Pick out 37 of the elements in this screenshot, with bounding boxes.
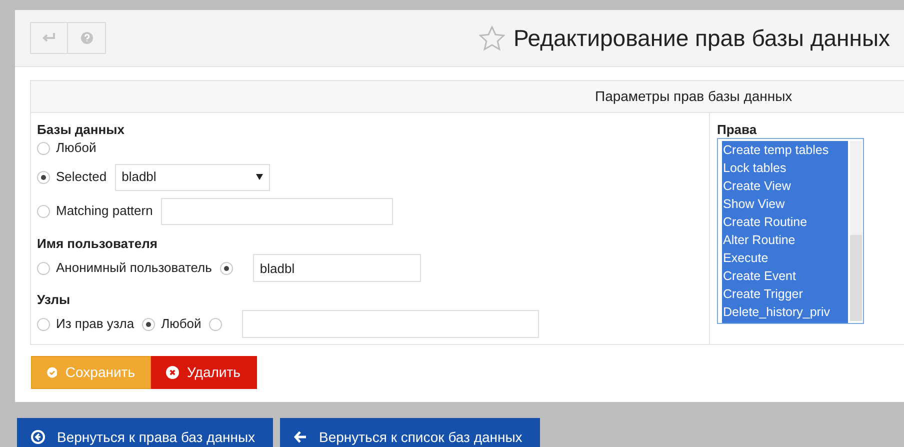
privileges-listbox[interactable]: Create temp tables Lock tables Create View Show View Create Routine Alter Routine Execute Create Event Create Trigger Delete_history_priv — [717, 138, 864, 324]
radio-button[interactable] — [37, 142, 50, 154]
text-field[interactable] — [242, 310, 540, 338]
option-label: Selected — [56, 168, 107, 186]
form-header: Параметры прав базы данных — [31, 81, 904, 113]
arrow-left-icon — [294, 431, 307, 443]
page-title: Редактирование прав базы данных — [513, 24, 890, 53]
delete-button[interactable]: Удалить — [151, 356, 257, 389]
option-label: Любой — [161, 315, 202, 334]
arrow-circle-left-icon — [31, 430, 45, 444]
return-arrow-icon — [42, 33, 56, 43]
section-label: Права — [717, 122, 758, 138]
pattern-field[interactable] — [160, 198, 393, 224]
option-label: Любой — [56, 139, 96, 158]
back-nav-button[interactable]: Вернуться к список баз данных — [280, 418, 540, 447]
radio-button[interactable] — [37, 262, 50, 274]
radio-button[interactable] — [37, 204, 50, 218]
radio-button[interactable] — [142, 318, 156, 330]
check-circle-icon — [47, 366, 58, 379]
radio-button[interactable] — [37, 318, 50, 330]
section-label: Имя пользователя — [37, 236, 158, 252]
text-field[interactable]: bladbl — [252, 254, 421, 282]
section-label: Базы данных — [37, 122, 126, 138]
dropdown-arrow-icon — [256, 174, 263, 180]
back-nav-button[interactable]: Вернуться к права баз данных — [17, 418, 273, 447]
database-select[interactable]: bladbl — [114, 164, 270, 190]
option-label: Из прав узла — [56, 315, 134, 334]
radio-button[interactable] — [209, 318, 222, 330]
star-icon — [479, 26, 506, 50]
close-circle-icon — [166, 366, 179, 379]
help-icon — [80, 32, 92, 44]
radio-button[interactable] — [220, 262, 233, 274]
option-label: Matching pattern — [56, 202, 153, 220]
section-label: Узлы — [37, 292, 72, 308]
scrollbar[interactable] — [850, 141, 862, 321]
radio-button[interactable] — [37, 170, 50, 184]
option-label: Анонимный пользователь — [56, 259, 212, 278]
